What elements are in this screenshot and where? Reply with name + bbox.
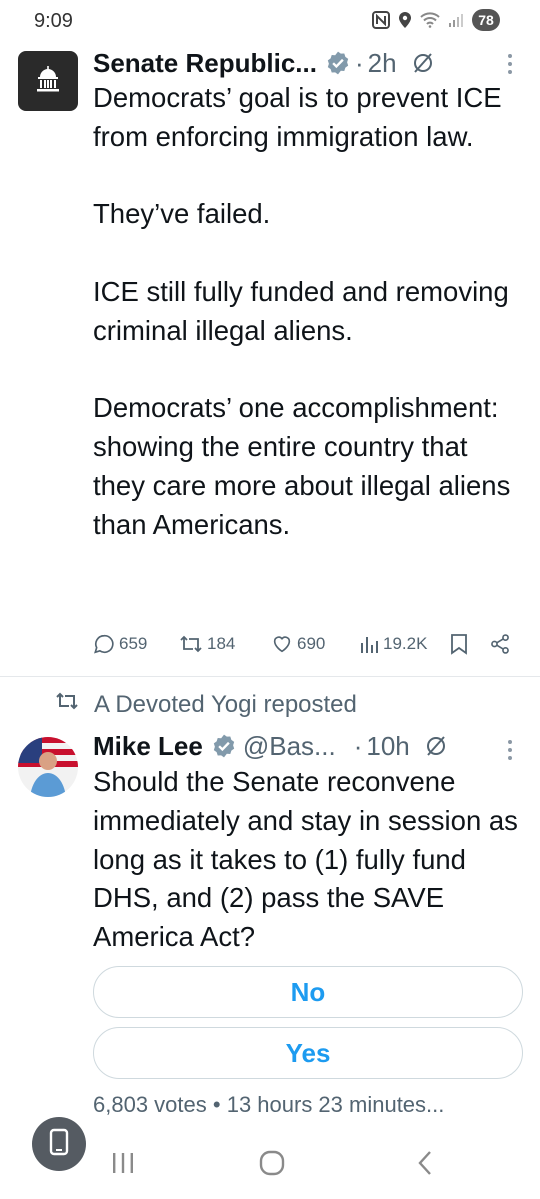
repost-button[interactable]: 184: [179, 633, 235, 655]
tweet-header: Senate Republic... · 2h: [93, 44, 435, 82]
share-icon: [489, 633, 511, 655]
repost-count: 184: [207, 634, 236, 653]
poll-option-yes[interactable]: Yes: [93, 1027, 523, 1079]
home-button[interactable]: [256, 1150, 288, 1180]
author-name[interactable]: Senate Republic...: [93, 48, 317, 79]
tweet-paragraph: Democrats’ goal is to prevent ICE from e…: [93, 82, 502, 152]
like-button[interactable]: 690: [271, 633, 325, 655]
author-name[interactable]: Mike Lee: [93, 731, 203, 762]
avatar[interactable]: [18, 737, 78, 797]
tweet-time[interactable]: 10h: [366, 731, 409, 762]
verified-badge-icon: [325, 50, 351, 76]
tweet-header: Mike Lee @Bas... · 10h: [93, 727, 448, 765]
recents-icon: [110, 1151, 136, 1180]
tweet-paragraph: They’ve failed.: [93, 198, 271, 230]
separator-dot: ·: [353, 730, 363, 761]
poll-meta: 6,803 votes • 13 hours 23 minutes...: [93, 1092, 444, 1118]
grok-icon[interactable]: [424, 734, 448, 758]
reply-button[interactable]: 659: [93, 633, 147, 655]
share-button[interactable]: [489, 633, 511, 655]
bookmark-icon: [450, 633, 468, 655]
tweet-time[interactable]: 2h: [368, 48, 397, 79]
avatar[interactable]: [18, 51, 78, 111]
separator-dot: ·: [354, 47, 364, 78]
views-icon: [359, 633, 379, 655]
poll-votes: 6,803 votes: [93, 1092, 207, 1117]
tweet-paragraph: Democrats’ one accomplishment: showing t…: [93, 392, 511, 540]
verified-badge-icon: [211, 733, 237, 759]
tweet-text: Democrats’ goal is to prevent ICE from e…: [93, 79, 523, 545]
tweet-paragraph: ICE still fully funded and removing crim…: [93, 275, 509, 346]
recents-button[interactable]: [108, 1150, 138, 1180]
like-count: 690: [297, 634, 326, 653]
reply-icon: [93, 633, 115, 655]
home-icon: [258, 1150, 286, 1181]
capitol-icon: [33, 64, 63, 99]
tweet-senate-republicans[interactable]: Senate Republic... · 2h Democrats’ goal …: [0, 0, 540, 676]
back-icon: [415, 1150, 435, 1181]
views-button[interactable]: 19.2K: [359, 633, 427, 655]
poll-meta-separator: •: [212, 1092, 221, 1117]
author-handle[interactable]: @Bas...: [243, 731, 336, 762]
poll-time-left: 13 hours 23 minutes...: [226, 1092, 445, 1117]
more-options-icon[interactable]: [508, 54, 512, 74]
tweet-actions: 659 184 690 19.2K: [93, 633, 523, 663]
system-nav-bar: [0, 1140, 540, 1199]
heart-icon: [271, 633, 293, 655]
bookmark-button[interactable]: [450, 633, 468, 655]
tweet-text: Should the Senate reconvene immediately …: [93, 766, 518, 953]
back-button[interactable]: [410, 1150, 440, 1180]
repost-icon: [179, 633, 203, 655]
more-options-icon[interactable]: [508, 740, 512, 760]
grok-icon[interactable]: [411, 51, 435, 75]
view-count: 19.2K: [383, 634, 428, 653]
reply-count: 659: [119, 634, 148, 653]
poll-option-no[interactable]: No: [93, 966, 523, 1018]
